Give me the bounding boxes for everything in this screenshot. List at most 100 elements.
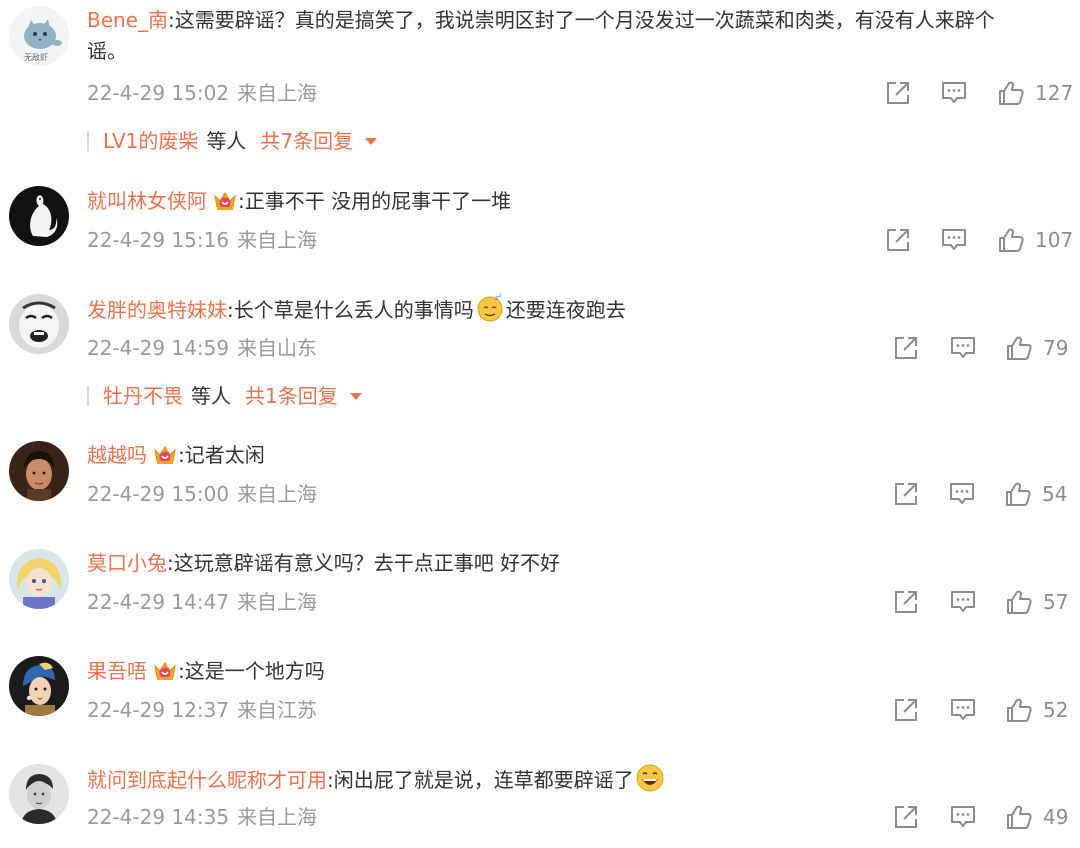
comment-meta: 22-4-29 14:47 来自上海 xyxy=(87,588,317,616)
like-button[interactable]: 49 xyxy=(1005,803,1068,831)
comment-source: 来自江苏 xyxy=(237,698,318,722)
share-button[interactable] xyxy=(892,480,920,508)
member-badge[interactable] xyxy=(153,444,177,466)
reply-others: 等人 xyxy=(191,384,231,408)
thumbs-up-icon xyxy=(997,79,1025,107)
like-count: 57 xyxy=(1043,590,1069,614)
thumbs-up-icon xyxy=(997,226,1025,254)
like-button[interactable]: 52 xyxy=(1005,696,1068,724)
anime-girl-avatar-icon xyxy=(9,549,69,609)
share-button[interactable] xyxy=(892,588,920,616)
comment-body: :闲出屁了就是说，连草都要辟谣了 xyxy=(327,768,634,792)
reply-divider xyxy=(87,386,89,406)
username[interactable]: 就叫林女侠阿 xyxy=(87,189,207,213)
comment-meta: 22-4-29 15:00 来自上海 xyxy=(87,480,317,508)
crown-badge-icon xyxy=(213,190,237,212)
comment-text-continued: 谣。 xyxy=(87,35,1070,67)
comment-meta: 22-4-29 12:37 来自江苏 xyxy=(87,696,317,724)
reply-button[interactable] xyxy=(949,588,977,616)
comment-icon xyxy=(949,803,977,831)
like-button[interactable]: 107 xyxy=(997,226,1073,254)
like-button[interactable]: 79 xyxy=(1005,334,1068,362)
comment-body: :这是一个地方吗 xyxy=(178,659,325,683)
comment-actions: 54 xyxy=(892,480,1074,512)
comment-date: 22-4-29 15:02 xyxy=(87,81,230,105)
comment-text: 发胖的奥特妹妹:长个草是什么丢人的事情吗 z z 还要连夜跑去 xyxy=(87,293,1070,326)
crown-badge-icon xyxy=(153,444,177,466)
comment-source: 来自上海 xyxy=(237,228,318,252)
avatar[interactable] xyxy=(9,764,69,824)
thumbs-up-icon xyxy=(1005,696,1033,724)
username[interactable]: 发胖的奥特妹妹 xyxy=(87,298,227,322)
share-button[interactable] xyxy=(892,696,920,724)
thumbs-up-icon xyxy=(1005,803,1033,831)
replies-toggle[interactable]: 牡丹不畏 等人 共1条回复 xyxy=(87,381,362,411)
comment-text: 果吾唔 :这是一个地方吗 xyxy=(87,655,1070,687)
username[interactable]: 果吾唔 xyxy=(87,659,147,683)
like-button[interactable]: 127 xyxy=(997,79,1073,107)
comment-body: :正事不干 没用的屁事干了一堆 xyxy=(238,189,512,213)
reply-username[interactable]: 牡丹不畏 xyxy=(103,381,183,411)
avatar[interactable] xyxy=(9,441,69,501)
reply-button[interactable] xyxy=(940,226,968,254)
chevron-down-icon[interactable] xyxy=(349,392,362,400)
comment-meta: 22-4-29 14:59 来自山东 xyxy=(87,334,317,362)
comment-date: 22-4-29 15:16 xyxy=(87,228,230,252)
comment-text: 就叫林女侠阿 :正事不干 没用的屁事干了一堆 xyxy=(87,185,1070,217)
share-button[interactable] xyxy=(892,803,920,831)
chevron-down-icon[interactable] xyxy=(365,137,378,145)
like-button[interactable]: 54 xyxy=(1004,480,1067,508)
comment-source: 来自上海 xyxy=(237,805,318,829)
comment-text: 越越吗:记者太闲 xyxy=(87,439,1070,471)
reply-button[interactable] xyxy=(940,79,968,107)
reply-button[interactable] xyxy=(949,696,977,724)
crown-badge-icon xyxy=(153,660,177,682)
like-count: 49 xyxy=(1043,805,1069,829)
comment-body: :这玩意辟谣有意义吗？去干点正事吧 好不好 xyxy=(167,551,561,575)
thumbs-up-icon xyxy=(1005,334,1033,362)
like-count: 54 xyxy=(1042,482,1068,506)
comment-actions: 107 xyxy=(884,226,1074,258)
share-button[interactable] xyxy=(884,226,912,254)
comment-text: 就问到底起什么昵称才可用:闲出屁了就是说，连草都要辟谣了 xyxy=(87,763,1070,796)
reply-button[interactable] xyxy=(948,480,976,508)
reply-count[interactable]: 共1条回复 xyxy=(245,381,338,411)
share-icon xyxy=(892,803,920,831)
username[interactable]: Bene_南 xyxy=(87,8,168,32)
thumbs-up-icon xyxy=(1005,588,1033,616)
comment-date: 22-4-29 14:35 xyxy=(87,805,230,829)
comment-icon xyxy=(949,696,977,724)
like-button[interactable]: 57 xyxy=(1005,588,1068,616)
reply-button[interactable] xyxy=(949,803,977,831)
username[interactable]: 莫口小兔 xyxy=(87,551,167,575)
reply-button[interactable] xyxy=(949,334,977,362)
reply-divider xyxy=(87,131,89,151)
comment-icon xyxy=(949,588,977,616)
avatar[interactable] xyxy=(9,294,69,354)
like-count: 127 xyxy=(1035,81,1074,105)
comment-date: 22-4-29 14:59 xyxy=(87,336,230,360)
like-count: 52 xyxy=(1043,698,1069,722)
username[interactable]: 就问到底起什么昵称才可用 xyxy=(87,768,327,792)
avatar-caption: 无敌虾 xyxy=(24,53,48,62)
like-count: 79 xyxy=(1043,336,1069,360)
comment-meta: 22-4-29 15:16 来自上海 xyxy=(87,226,317,254)
avatar[interactable] xyxy=(9,186,69,246)
comment-date: 22-4-29 12:37 xyxy=(87,698,230,722)
replies-toggle[interactable]: LV1的废柴 等人 共7条回复 xyxy=(87,126,378,156)
member-badge[interactable] xyxy=(153,660,177,682)
comment-text: Bene_南:这需要辟谣？真的是搞笑了，我说崇明区封了一个月没发过一次蔬菜和肉类… xyxy=(87,4,1070,36)
member-badge[interactable] xyxy=(213,190,237,212)
reply-username[interactable]: LV1的废柴 xyxy=(103,126,198,156)
comment-date: 22-4-29 15:00 xyxy=(87,482,230,506)
comment-actions: 49 xyxy=(892,803,1074,835)
share-button[interactable] xyxy=(884,79,912,107)
username[interactable]: 越越吗 xyxy=(87,443,147,467)
avatar[interactable] xyxy=(9,549,69,609)
reply-count[interactable]: 共7条回复 xyxy=(260,126,353,156)
comment-date: 22-4-29 14:47 xyxy=(87,590,230,614)
avatar[interactable] xyxy=(9,656,69,716)
sleepy-emoji-icon: z z xyxy=(475,293,505,323)
share-button[interactable] xyxy=(892,334,920,362)
share-icon xyxy=(892,334,920,362)
